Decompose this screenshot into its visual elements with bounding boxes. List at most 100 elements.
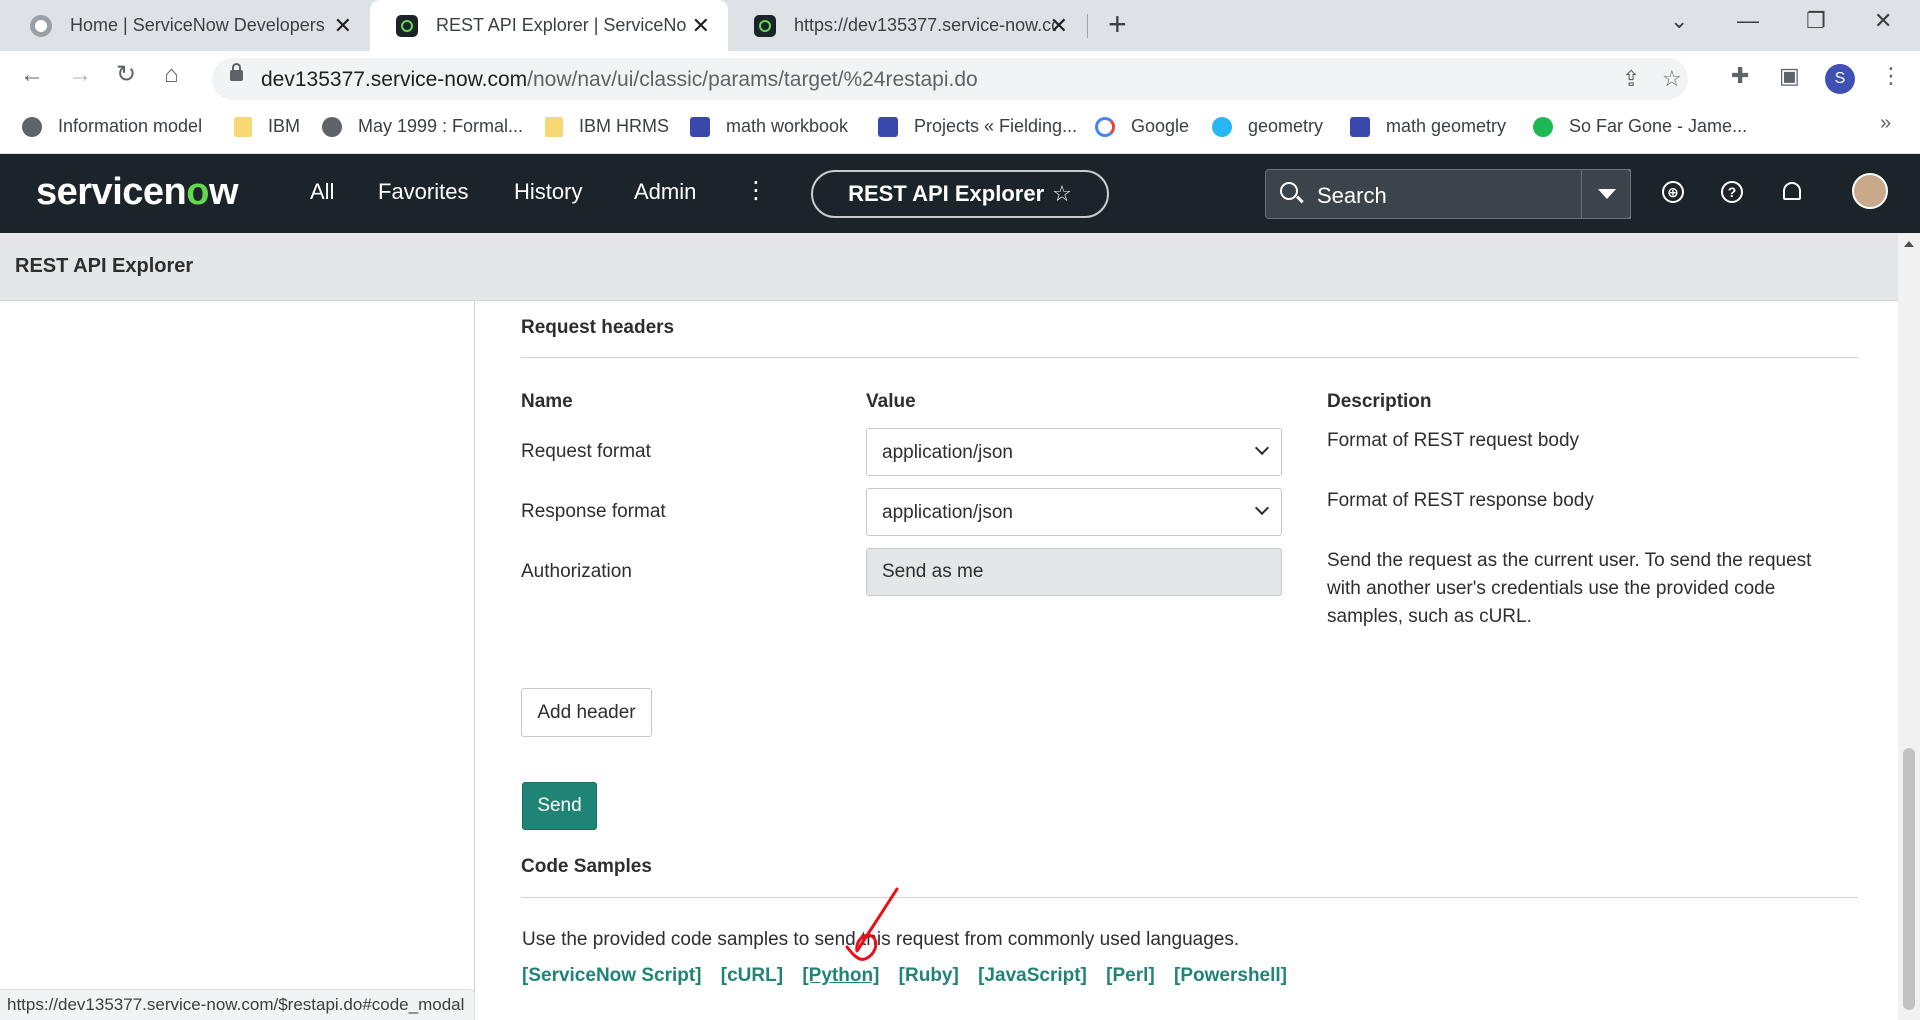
- global-search-input[interactable]: Search: [1265, 169, 1631, 219]
- nav-admin[interactable]: Admin: [634, 179, 696, 205]
- link-powershell[interactable]: [Powershell]: [1174, 965, 1287, 986]
- bookmark-google[interactable]: Google: [1095, 116, 1189, 137]
- divider: [521, 897, 1858, 898]
- browser-tab-home[interactable]: Home | ServiceNow Developers ✕: [4, 0, 370, 51]
- link-perl[interactable]: [Perl]: [1106, 965, 1155, 986]
- close-tab-icon[interactable]: ✕: [692, 14, 710, 37]
- globe-icon: [322, 116, 342, 137]
- minimize-icon[interactable]: —: [1737, 8, 1759, 34]
- nav-favorites[interactable]: Favorites: [378, 179, 468, 205]
- servicenow-favicon-icon: [754, 14, 776, 37]
- chevron-down-icon: [1254, 440, 1270, 456]
- bookmarks-bar: Information model IBM May 1999 : Formal.…: [0, 106, 1920, 154]
- share-icon[interactable]: ⇪: [1622, 66, 1640, 92]
- bookmark-ibm-hrms[interactable]: IBM HRMS: [545, 116, 669, 137]
- globe-icon: [22, 116, 42, 137]
- request-headers-title: Request headers: [521, 317, 675, 338]
- profile-avatar[interactable]: S: [1825, 64, 1855, 94]
- tab-search-chevron-icon[interactable]: ⌄: [1670, 8, 1688, 34]
- column-header-name: Name: [521, 391, 573, 412]
- favorite-star-icon[interactable]: ☆: [1052, 181, 1072, 206]
- browser-tab-instance[interactable]: https://dev135377.service-now.com ✕: [728, 0, 1086, 51]
- servicenow-logo[interactable]: servicenow: [36, 171, 239, 214]
- lock-icon[interactable]: [230, 63, 243, 81]
- back-arrow-icon[interactable]: ←: [20, 63, 44, 87]
- bookmark-math-geometry[interactable]: math geometry: [1350, 116, 1506, 137]
- divider: [521, 357, 1858, 358]
- annotation-checkmark-scribble: [845, 887, 899, 961]
- add-header-button[interactable]: Add header: [521, 688, 652, 737]
- chevron-down-icon: [1254, 500, 1270, 516]
- response-format-description: Format of REST response body: [1327, 490, 1594, 511]
- bookmark-ibm[interactable]: IBM: [234, 116, 300, 137]
- bookmark-may-1999[interactable]: May 1999 : Formal...: [322, 116, 523, 137]
- page-scrollbar[interactable]: [1898, 233, 1920, 1020]
- help-icon[interactable]: ?: [1721, 181, 1743, 203]
- column-header-description: Description: [1327, 391, 1432, 412]
- page-title-bar: REST API Explorer: [0, 233, 1898, 301]
- address-bar[interactable]: dev135377.service-now.com/now/nav/ui/cla…: [212, 58, 1688, 100]
- globe-icon[interactable]: ⊕: [1662, 181, 1684, 203]
- bookmark-so-far-gone[interactable]: So Far Gone - Jame...: [1533, 116, 1747, 137]
- bookmark-projects-fielding[interactable]: Projects « Fielding...: [878, 116, 1077, 137]
- user-avatar[interactable]: [1852, 173, 1888, 209]
- bookmark-label: math workbook: [726, 116, 849, 136]
- bookmark-math-workbook[interactable]: math workbook: [690, 116, 848, 137]
- authorization-field: Send as me: [866, 548, 1282, 596]
- nav-all[interactable]: All: [310, 179, 334, 205]
- url-path: /now/nav/ui/classic/params/target/%24res…: [527, 68, 978, 91]
- link-curl[interactable]: [cURL]: [721, 965, 783, 986]
- close-tab-icon[interactable]: ✕: [1050, 14, 1068, 37]
- reload-icon[interactable]: ↻: [116, 63, 136, 87]
- context-pill[interactable]: REST API Explorer ☆: [811, 170, 1109, 218]
- authorization-label: Authorization: [521, 561, 632, 582]
- search-icon: [1280, 182, 1298, 200]
- new-tab-icon[interactable]: +: [1108, 8, 1127, 40]
- code-sample-links: [ServiceNow Script] [cURL] [Python] [Rub…: [522, 965, 1301, 987]
- forward-arrow-icon[interactable]: →: [68, 63, 92, 87]
- response-format-label: Response format: [521, 501, 666, 522]
- search-scope-dropdown[interactable]: [1581, 169, 1631, 219]
- geometry-icon: [1212, 116, 1232, 137]
- bookmark-information-model[interactable]: Information model: [22, 116, 202, 137]
- link-servicenow-script[interactable]: [ServiceNow Script]: [522, 965, 702, 986]
- logo-text-end: w: [208, 171, 239, 213]
- nav-history[interactable]: History: [514, 179, 582, 205]
- bookmark-label: So Far Gone - Jame...: [1569, 116, 1748, 136]
- link-ruby[interactable]: [Ruby]: [899, 965, 959, 986]
- notification-bell-icon[interactable]: [1783, 182, 1801, 200]
- servicenow-header: servicenow All Favorites History Admin ⋮…: [0, 154, 1920, 233]
- close-window-icon[interactable]: ✕: [1874, 8, 1892, 34]
- restore-icon[interactable]: ❐: [1806, 8, 1826, 34]
- bookmark-geometry[interactable]: geometry: [1212, 116, 1323, 137]
- home-icon[interactable]: ⌂: [164, 63, 179, 87]
- google-icon: [1095, 116, 1115, 137]
- browser-menu-icon[interactable]: ⋮: [1880, 63, 1902, 89]
- link-javascript[interactable]: [JavaScript]: [978, 965, 1087, 986]
- logo-text: servicen: [36, 171, 187, 213]
- response-format-select[interactable]: application/json: [866, 488, 1282, 536]
- more-menu-icon[interactable]: ⋮: [744, 176, 768, 205]
- page-title: REST API Explorer: [15, 255, 194, 277]
- scrollbar-thumb[interactable]: [1903, 748, 1915, 1010]
- extensions-puzzle-icon[interactable]: ✚: [1731, 63, 1749, 89]
- request-format-label: Request format: [521, 441, 651, 462]
- authorization-description: Send the request as the current user. To…: [1327, 550, 1812, 627]
- tab-title: Home | ServiceNow Developers: [70, 15, 325, 35]
- send-button[interactable]: Send: [522, 782, 597, 830]
- close-tab-icon[interactable]: ✕: [334, 14, 352, 37]
- scroll-up-icon[interactable]: [1904, 241, 1914, 247]
- code-samples-title: Code Samples: [521, 856, 652, 877]
- tab-separator: [1087, 14, 1088, 38]
- request-format-description: Format of REST request body: [1327, 430, 1580, 451]
- side-panel-icon[interactable]: ▣: [1779, 63, 1800, 89]
- servicenow-favicon-icon: [396, 14, 418, 37]
- link-python[interactable]: [Python]: [802, 965, 879, 986]
- bookmarks-more-icon[interactable]: »: [1880, 112, 1891, 135]
- url-text[interactable]: dev135377.service-now.com/now/nav/ui/cla…: [261, 68, 978, 92]
- browser-tab-rest-api-explorer[interactable]: REST API Explorer | ServiceNow ✕: [370, 0, 728, 51]
- request-format-select[interactable]: application/json: [866, 428, 1282, 476]
- bookmark-label: geometry: [1248, 116, 1324, 136]
- bookmark-label: May 1999 : Formal...: [358, 116, 524, 136]
- bookmark-star-icon[interactable]: ☆: [1662, 66, 1682, 92]
